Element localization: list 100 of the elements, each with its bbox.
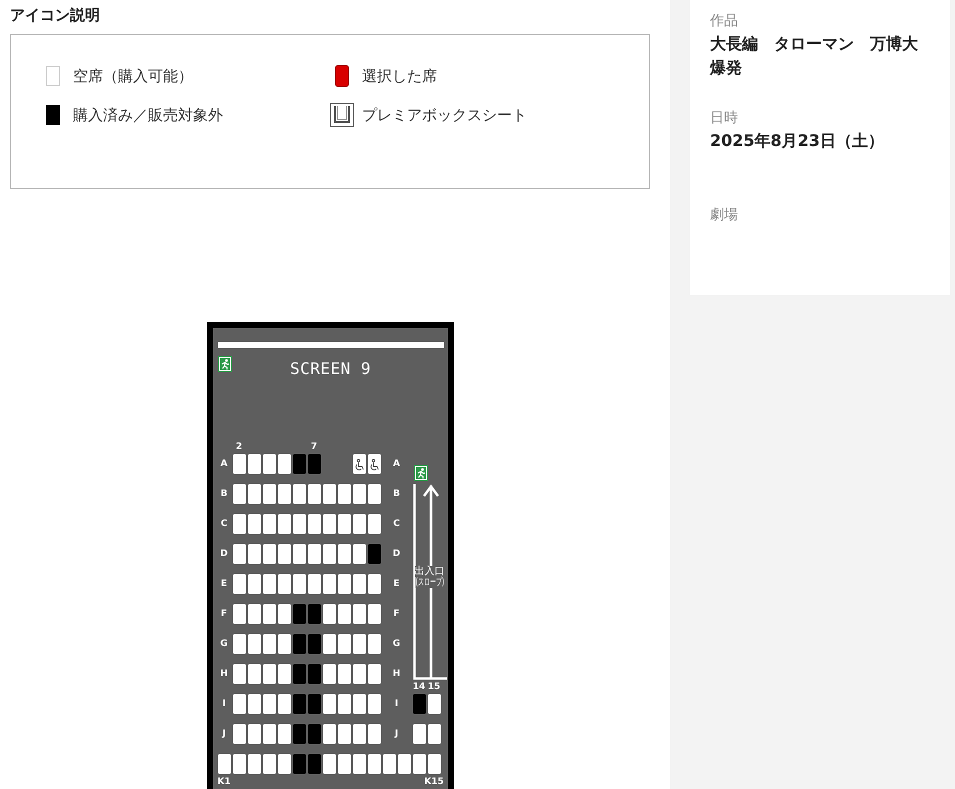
seat[interactable]	[218, 754, 230, 774]
seat[interactable]	[368, 634, 380, 654]
seat[interactable]	[382, 754, 396, 774]
seat[interactable]	[292, 514, 306, 534]
seat[interactable]	[262, 634, 276, 654]
seat[interactable]	[278, 454, 290, 474]
seat[interactable]	[338, 604, 350, 624]
seat[interactable]	[278, 574, 290, 594]
seat[interactable]	[278, 514, 290, 534]
seat[interactable]	[278, 724, 290, 744]
seat[interactable]	[232, 754, 246, 774]
seat[interactable]	[352, 514, 366, 534]
seat[interactable]	[428, 724, 440, 744]
seat[interactable]	[278, 604, 290, 624]
seat[interactable]	[352, 664, 366, 684]
seat[interactable]	[292, 544, 306, 564]
seat[interactable]	[338, 754, 350, 774]
seat[interactable]	[308, 544, 320, 564]
wheelchair-seat[interactable]	[368, 454, 380, 474]
seat[interactable]	[262, 544, 276, 564]
seat[interactable]	[322, 724, 336, 744]
seat[interactable]	[338, 514, 350, 534]
seat[interactable]	[338, 484, 350, 504]
seat[interactable]	[428, 694, 440, 714]
seat[interactable]	[232, 454, 246, 474]
seat[interactable]	[338, 664, 350, 684]
seat[interactable]	[262, 724, 276, 744]
seat[interactable]	[412, 754, 426, 774]
seat[interactable]	[368, 664, 380, 684]
seat[interactable]	[322, 604, 336, 624]
seat[interactable]	[262, 694, 276, 714]
seat[interactable]	[352, 604, 366, 624]
seat[interactable]	[338, 724, 350, 744]
seat[interactable]	[368, 694, 380, 714]
seat[interactable]	[262, 454, 276, 474]
seat[interactable]	[308, 484, 320, 504]
seat[interactable]	[338, 634, 350, 654]
seat[interactable]	[368, 724, 380, 744]
seat[interactable]	[292, 484, 306, 504]
seat[interactable]	[352, 754, 366, 774]
seat[interactable]	[368, 754, 380, 774]
seat[interactable]	[368, 484, 380, 504]
seat[interactable]	[248, 724, 260, 744]
wheelchair-seat[interactable]	[352, 454, 366, 474]
seat[interactable]	[292, 574, 306, 594]
seat[interactable]	[248, 514, 260, 534]
seat[interactable]	[262, 754, 276, 774]
seat[interactable]	[352, 574, 366, 594]
seat[interactable]	[248, 544, 260, 564]
seat[interactable]	[352, 544, 366, 564]
seat[interactable]	[232, 604, 246, 624]
seat[interactable]	[248, 754, 260, 774]
seat[interactable]	[248, 454, 260, 474]
seat[interactable]	[248, 574, 260, 594]
seat[interactable]	[262, 664, 276, 684]
seat[interactable]	[428, 754, 440, 774]
seat[interactable]	[232, 514, 246, 534]
seat[interactable]	[232, 634, 246, 654]
seat[interactable]	[322, 694, 336, 714]
seat[interactable]	[262, 514, 276, 534]
seat[interactable]	[322, 664, 336, 684]
seat[interactable]	[262, 484, 276, 504]
seat[interactable]	[322, 514, 336, 534]
seat[interactable]	[338, 694, 350, 714]
seat[interactable]	[338, 544, 350, 564]
seat[interactable]	[352, 484, 366, 504]
seat[interactable]	[232, 664, 246, 684]
seat[interactable]	[368, 514, 380, 534]
seat[interactable]	[248, 484, 260, 504]
seat[interactable]	[322, 574, 336, 594]
seat[interactable]	[278, 664, 290, 684]
seat[interactable]	[352, 724, 366, 744]
seat[interactable]	[322, 544, 336, 564]
seat[interactable]	[368, 604, 380, 624]
seat[interactable]	[368, 574, 380, 594]
seat[interactable]	[322, 634, 336, 654]
seat[interactable]	[278, 634, 290, 654]
seat[interactable]	[262, 604, 276, 624]
seat[interactable]	[278, 694, 290, 714]
seat[interactable]	[278, 754, 290, 774]
seat[interactable]	[398, 754, 410, 774]
seat[interactable]	[232, 574, 246, 594]
seat[interactable]	[412, 724, 426, 744]
seat[interactable]	[262, 574, 276, 594]
seat[interactable]	[248, 634, 260, 654]
seat[interactable]	[352, 694, 366, 714]
seat[interactable]	[248, 694, 260, 714]
seat[interactable]	[232, 724, 246, 744]
seat[interactable]	[232, 484, 246, 504]
seat[interactable]	[232, 694, 246, 714]
seat[interactable]	[338, 574, 350, 594]
seat[interactable]	[248, 664, 260, 684]
seat[interactable]	[308, 574, 320, 594]
seat[interactable]	[232, 544, 246, 564]
seat[interactable]	[352, 634, 366, 654]
seat[interactable]	[248, 604, 260, 624]
seat[interactable]	[308, 514, 320, 534]
seat[interactable]	[278, 484, 290, 504]
seat[interactable]	[322, 484, 336, 504]
seat[interactable]	[278, 544, 290, 564]
